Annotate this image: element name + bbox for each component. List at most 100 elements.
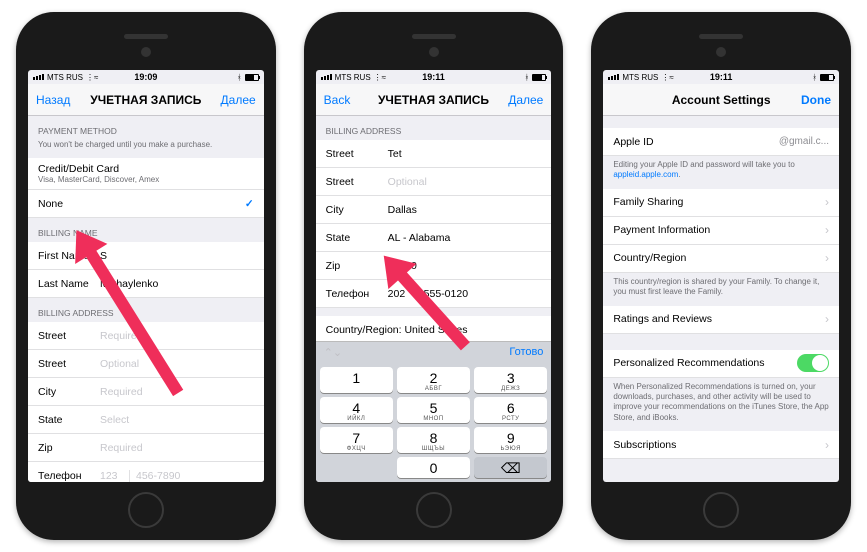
home-button[interactable]	[128, 492, 164, 528]
carrier: MTS RUS	[47, 73, 83, 82]
chevron-right-icon: ›	[825, 438, 829, 452]
nav-bar: Back УЧЕТНАЯ ЗАПИСЬ Далее	[316, 84, 552, 116]
street1-row[interactable]: StreetRequired	[28, 322, 264, 350]
personalized-label: Personalized Recommendations	[613, 357, 797, 369]
street2-row[interactable]: StreetOptional	[28, 350, 264, 378]
first-name-row[interactable]: First NameS	[28, 242, 264, 270]
battery-icon	[532, 74, 546, 81]
key-3[interactable]: 3ДЕЖЗ	[474, 367, 547, 393]
state-row[interactable]: StateAL - Alabama	[316, 224, 552, 252]
phone-frame-2: MTS RUS⋮≈ 19:11 ᚼ Back УЧЕТНАЯ ЗАПИСЬ Да…	[304, 12, 564, 540]
city-label: City	[326, 204, 388, 216]
city-row[interactable]: CityDallas	[316, 196, 552, 224]
city-value: Dallas	[388, 204, 542, 216]
subscriptions-row[interactable]: Subscriptions›	[603, 431, 839, 459]
zip-row[interactable]: Zip36310	[316, 252, 552, 280]
personalized-footer: When Personalized Recommendations is tur…	[603, 378, 839, 432]
state-row[interactable]: StateSelect	[28, 406, 264, 434]
ratings-row[interactable]: Ratings and Reviews›	[603, 306, 839, 334]
payment-info-row[interactable]: Payment Information›	[603, 217, 839, 245]
apple-id-row[interactable]: Apple ID@gmail.c...	[603, 128, 839, 156]
personalized-toggle[interactable]	[797, 354, 829, 372]
key-4[interactable]: 4ИЙКЛ	[320, 397, 393, 423]
kb-prev-icon[interactable]: ⌃	[324, 346, 333, 359]
billing-address-header: BILLING ADDRESS	[28, 298, 264, 322]
key-5[interactable]: 5МНОП	[397, 397, 470, 423]
zip-label: Zip	[38, 442, 100, 454]
apple-id-footer: Editing your Apple ID and password will …	[603, 156, 839, 189]
payment-info-label: Payment Information	[613, 224, 825, 236]
checkmark-icon: ✓	[245, 198, 254, 210]
key-7[interactable]: 7ФХЦЧ	[320, 427, 393, 453]
phone-code: 202	[388, 288, 418, 300]
street1-row[interactable]: StreetTet	[316, 140, 552, 168]
key-1[interactable]: 1	[320, 367, 393, 393]
keyboard: ⌃ ⌄ Готово 12АБВГ3ДЕЖЗ 4ИЙКЛ5МНОП6РСТУ 7ФХ…	[316, 341, 552, 482]
key-9[interactable]: 9ЬЭЮЯ	[474, 427, 547, 453]
kb-done-button[interactable]: Готово	[509, 346, 543, 359]
zip-value: Required	[100, 442, 254, 454]
chevron-right-icon: ›	[825, 223, 829, 237]
content[interactable]: PAYMENT METHOD You won't be charged unti…	[28, 116, 264, 482]
back-button[interactable]: Back	[324, 93, 351, 107]
phone-frame-1: MTS RUS⋮≈ 19:09 ᚼ Назад УЧЕТНАЯ ЗАПИСЬ Д…	[16, 12, 276, 540]
key-8[interactable]: 8ШЩЪЫ	[397, 427, 470, 453]
status-bar: MTS RUS⋮≈ 19:09 ᚼ	[28, 70, 264, 84]
personalized-row: Personalized Recommendations	[603, 350, 839, 378]
nav-title: Account Settings	[672, 93, 771, 107]
back-button[interactable]: Назад	[36, 93, 70, 107]
status-bar: MTS RUS⋮≈ 19:11 ᚼ	[316, 70, 552, 84]
signal-icon	[608, 74, 619, 80]
phone-label: Телефон	[38, 470, 100, 482]
nav-bar: Account Settings Done	[603, 84, 839, 116]
nav-title: УЧЕТНАЯ ЗАПИСЬ	[90, 93, 201, 107]
city-value: Required	[100, 386, 254, 398]
content[interactable]: Apple ID@gmail.c... Editing your Apple I…	[603, 116, 839, 482]
appleid-link[interactable]: appleid.apple.com	[613, 170, 678, 179]
screen-3: MTS RUS⋮≈ 19:11 ᚼ Account Settings Done …	[603, 70, 839, 482]
home-button[interactable]	[703, 492, 739, 528]
first-name-label: First Name	[38, 250, 100, 262]
content[interactable]: BILLING ADDRESS StreetTet StreetOptional…	[316, 116, 552, 341]
clock: 19:11	[422, 72, 445, 82]
phone-frame-3: MTS RUS⋮≈ 19:11 ᚼ Account Settings Done …	[591, 12, 851, 540]
backspace-key[interactable]: ⌫	[474, 457, 547, 478]
card-subtitle: Visa, MasterCard, Discover, Amex	[38, 175, 159, 184]
home-button[interactable]	[416, 492, 452, 528]
country-region-label: Country/Region	[613, 252, 825, 264]
city-label: City	[38, 386, 100, 398]
street2-row[interactable]: StreetOptional	[316, 168, 552, 196]
last-name-row[interactable]: Last NameMikhaylenko	[28, 270, 264, 298]
street1-value: Required	[100, 330, 254, 342]
battery-icon	[820, 74, 834, 81]
family-sharing-row[interactable]: Family Sharing›	[603, 189, 839, 217]
phone-number: 555-0120	[424, 288, 542, 300]
keyboard-toolbar: ⌃ ⌄ Готово	[316, 341, 552, 363]
apple-id-value: @gmail.c...	[779, 136, 829, 147]
state-value: AL - Alabama	[388, 232, 542, 244]
state-label: State	[326, 232, 388, 244]
done-button[interactable]: Done	[801, 93, 831, 107]
key-0[interactable]: 0	[397, 457, 470, 478]
wifi-icon: ⋮≈	[374, 73, 386, 82]
key-6[interactable]: 6РСТУ	[474, 397, 547, 423]
country-row[interactable]: Country/Region: United States	[316, 316, 552, 341]
street2-value: Optional	[388, 176, 542, 188]
country-region-row[interactable]: Country/Region›	[603, 245, 839, 273]
phone-row[interactable]: Телефон123456-7890	[28, 462, 264, 482]
state-value: Select	[100, 414, 254, 426]
zip-row[interactable]: ZipRequired	[28, 434, 264, 462]
street-label: Street	[38, 358, 100, 370]
phone-row[interactable]: Телефон202555-0120	[316, 280, 552, 308]
signal-icon	[33, 74, 44, 80]
chevron-right-icon: ›	[825, 312, 829, 326]
payment-card-row[interactable]: Credit/Debit Card Visa, MasterCard, Disc…	[28, 158, 264, 190]
kb-next-icon[interactable]: ⌄	[333, 346, 342, 359]
battery-icon	[245, 74, 259, 81]
key-2[interactable]: 2АБВГ	[397, 367, 470, 393]
city-row[interactable]: CityRequired	[28, 378, 264, 406]
keypad: 12АБВГ3ДЕЖЗ 4ИЙКЛ5МНОП6РСТУ 7ФХЦЧ8ШЩЪЫ9ЬЭЮ…	[316, 363, 552, 482]
next-button[interactable]: Далее	[221, 93, 256, 107]
next-button[interactable]: Далее	[508, 93, 543, 107]
payment-none-row[interactable]: None ✓	[28, 190, 264, 218]
